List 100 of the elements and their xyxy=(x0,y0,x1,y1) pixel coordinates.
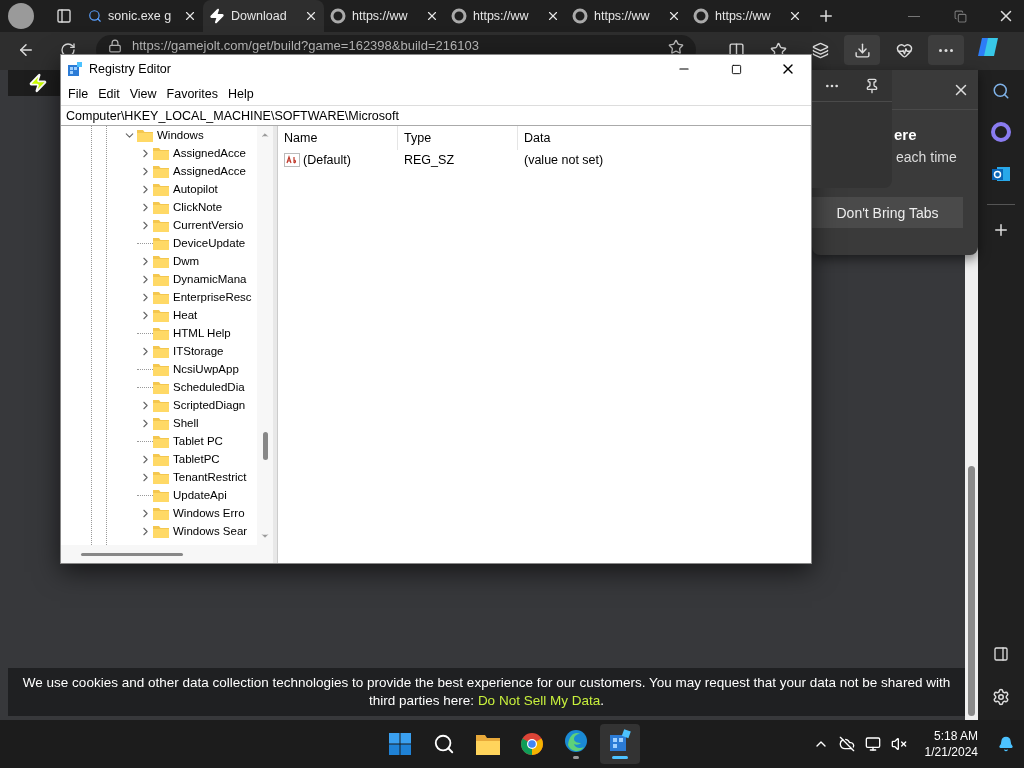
scrollbar[interactable] xyxy=(61,545,273,563)
tree-item[interactable]: AssignedAcce xyxy=(121,162,257,180)
browser-tab[interactable]: https://ww xyxy=(566,0,687,32)
profile-avatar[interactable] xyxy=(8,3,34,29)
popup-heading: ere xyxy=(894,126,918,143)
tree-item[interactable]: NcsiUwpApp xyxy=(121,360,257,378)
heart-pulse-icon xyxy=(895,41,913,59)
tree-item[interactable]: TabletPC xyxy=(121,450,257,468)
tree-item[interactable]: EnterpriseResc xyxy=(121,288,257,306)
network-icon[interactable] xyxy=(864,736,881,752)
path-field[interactable]: Computer\HKEY_LOCAL_MACHINE\SOFTWARE\Microsoft xyxy=(61,105,811,126)
cloud-off-icon[interactable] xyxy=(838,736,855,752)
download-icon xyxy=(853,41,871,59)
tree-item[interactable]: Windows xyxy=(121,126,257,144)
sidebar-toggle-icon[interactable] xyxy=(993,646,1009,662)
tree-item[interactable]: ITStorage xyxy=(121,342,257,360)
browser-tab[interactable]: Download xyxy=(203,0,324,32)
more-button[interactable] xyxy=(928,35,964,65)
folder-icon xyxy=(153,290,169,304)
folder-icon xyxy=(153,506,169,520)
browser-tab[interactable]: https://ww xyxy=(324,0,445,32)
add-icon[interactable] xyxy=(992,221,1010,239)
tree-item[interactable]: ScheduledDia xyxy=(121,378,257,396)
menu-item[interactable]: Edit xyxy=(93,85,125,103)
browser-tab[interactable]: https://ww xyxy=(687,0,808,32)
folder-icon xyxy=(153,182,169,196)
plus-icon xyxy=(817,7,835,25)
tree-item[interactable]: Windows Sear xyxy=(121,522,257,540)
tree-item[interactable]: Dwm xyxy=(121,252,257,270)
folder-icon xyxy=(153,218,169,232)
favorite-icon[interactable] xyxy=(668,39,684,55)
search-icon xyxy=(88,9,102,23)
menu-item[interactable]: Help xyxy=(223,85,259,103)
close-icon[interactable] xyxy=(546,9,560,23)
tree-item[interactable]: Heat xyxy=(121,306,257,324)
scrollbar[interactable] xyxy=(257,126,273,545)
circle-logo-icon xyxy=(451,8,467,24)
pin-icon[interactable] xyxy=(864,77,880,94)
folder-icon xyxy=(153,272,169,286)
close-icon[interactable] xyxy=(667,9,681,23)
windows-icon xyxy=(388,732,412,756)
tree-item[interactable]: CurrentVersio xyxy=(121,216,257,234)
registry-icon xyxy=(67,61,83,77)
tree-item[interactable]: Autopilot xyxy=(121,180,257,198)
minimize-icon xyxy=(908,15,920,17)
date-text: 1/21/2024 xyxy=(924,744,978,760)
dont-bring-tabs-button[interactable]: Don't Bring Tabs xyxy=(812,197,963,228)
close-icon[interactable] xyxy=(425,9,439,23)
column-header[interactable]: Type xyxy=(398,126,518,150)
copilot-icon[interactable] xyxy=(976,35,1000,59)
copilot-icon[interactable] xyxy=(991,122,1011,142)
tree-item[interactable]: HTML Help xyxy=(121,324,257,342)
back-icon xyxy=(17,41,35,59)
downloads-button[interactable] xyxy=(844,35,880,65)
column-header[interactable]: Data xyxy=(518,126,811,150)
folder-icon xyxy=(153,146,169,160)
value-data: (value not set) xyxy=(523,152,605,169)
close-icon[interactable] xyxy=(304,9,318,23)
close-icon[interactable] xyxy=(183,9,197,23)
search-icon[interactable] xyxy=(992,82,1010,100)
tree-item[interactable]: TenantRestrict xyxy=(121,468,257,486)
lock-icon xyxy=(108,39,122,53)
popup-text: each time xyxy=(896,149,958,165)
restore-icon xyxy=(953,9,967,23)
bolt-icon[interactable] xyxy=(28,73,48,93)
menu-item[interactable]: View xyxy=(124,85,162,103)
tree-item[interactable]: Shell xyxy=(121,414,257,432)
value-name: (Default) xyxy=(303,153,351,167)
mute-icon[interactable] xyxy=(890,736,907,752)
tree-item[interactable]: Windows Erro xyxy=(121,504,257,522)
folder-icon xyxy=(153,344,169,358)
search-icon xyxy=(433,733,455,755)
more-icon xyxy=(939,48,953,52)
folder-icon xyxy=(153,488,169,502)
maximize-icon xyxy=(730,63,742,75)
outlook-icon[interactable] xyxy=(991,164,1011,184)
close-icon[interactable] xyxy=(788,9,802,23)
tree-item[interactable]: Tablet PC xyxy=(121,432,257,450)
folder-icon xyxy=(153,254,169,268)
browser-tab[interactable]: sonic.exe g xyxy=(82,0,203,32)
bell-icon[interactable] xyxy=(998,736,1014,752)
menu-item[interactable]: File xyxy=(63,85,94,103)
taskbar-app[interactable] xyxy=(600,724,640,764)
tree-item[interactable]: DeviceUpdate xyxy=(121,234,257,252)
browser-tab[interactable]: https://ww xyxy=(445,0,566,32)
panel-icon xyxy=(56,8,72,24)
tree-item[interactable]: ClickNote xyxy=(121,198,257,216)
folder-icon xyxy=(153,326,169,340)
value-type: REG_SZ xyxy=(403,152,455,169)
tree-item[interactable]: AssignedAcce xyxy=(121,144,257,162)
time-text: 5:18 AM xyxy=(933,728,978,744)
settings-icon[interactable] xyxy=(992,688,1010,706)
menu-item[interactable]: Favorites xyxy=(161,85,223,103)
scroll-thumb[interactable] xyxy=(262,432,268,460)
tree-item[interactable]: ScriptedDiagn xyxy=(121,396,257,414)
tree-item[interactable]: DynamicMana xyxy=(121,270,257,288)
folder-icon xyxy=(153,524,169,538)
folder-icon xyxy=(153,362,169,376)
tree-item[interactable]: UpdateApi xyxy=(121,486,257,504)
column-header[interactable]: Name xyxy=(278,126,398,150)
